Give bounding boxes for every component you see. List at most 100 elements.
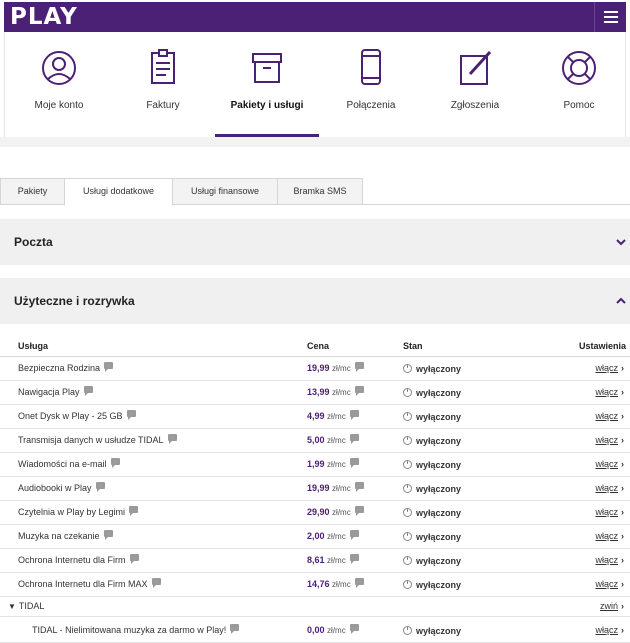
info-bubble-icon[interactable] (354, 578, 364, 588)
state-text: wyłączony (416, 364, 462, 374)
state-text: wyłączony (416, 436, 462, 446)
enable-link-text: włącz (595, 387, 618, 397)
box-icon (252, 53, 282, 83)
chevron-up-icon (616, 297, 626, 304)
service-name-text: Transmisja danych w usłudze TIDAL (18, 435, 164, 445)
enable-link[interactable]: włącz › (595, 411, 624, 421)
power-icon (403, 532, 412, 541)
nav-label: Faktury (146, 100, 180, 111)
info-bubble-icon[interactable] (349, 458, 359, 468)
info-bubble-icon[interactable] (230, 624, 240, 634)
info-bubble-icon[interactable] (104, 362, 114, 372)
tab-uslugi-dodatkowe[interactable]: Usługi dodatkowe (64, 178, 173, 206)
tab-bramka-sms[interactable]: Bramka SMS (277, 178, 363, 205)
hamburger-menu-icon[interactable] (594, 2, 626, 32)
price-value: 1,99 (307, 459, 325, 469)
service-name-text: Onet Dysk w Play - 25 GB (18, 411, 123, 421)
chevron-right-icon: › (621, 483, 624, 493)
caret-down-icon: ▼ (8, 602, 16, 611)
collapse-link[interactable]: zwiń › (600, 601, 624, 611)
service-price: 5,00 zł/mc (307, 434, 359, 445)
power-icon (403, 626, 412, 635)
info-bubble-icon[interactable] (349, 530, 359, 540)
power-icon (403, 460, 412, 469)
enable-link[interactable]: włącz › (595, 579, 624, 589)
enable-link[interactable]: włącz › (595, 387, 624, 397)
state-text: wyłączony (416, 626, 462, 636)
service-name-text: Nawigacja Play (18, 387, 80, 397)
info-bubble-icon[interactable] (354, 362, 364, 372)
chevron-right-icon: › (621, 531, 624, 541)
info-bubble-icon[interactable] (349, 554, 359, 564)
section-poczta[interactable]: Poczta (0, 219, 630, 265)
enable-link-text: włącz (595, 555, 618, 565)
nav-zgloszenia[interactable]: Zgłoszenia (423, 32, 527, 136)
phone-icon (361, 49, 381, 85)
group-label: ▼ TIDAL (8, 601, 44, 611)
service-name: Transmisja danych w usłudze TIDAL (18, 434, 177, 445)
info-bubble-icon[interactable] (110, 458, 120, 468)
info-bubble-icon[interactable] (354, 386, 364, 396)
enable-link[interactable]: włącz › (595, 555, 624, 565)
group-row-tidal[interactable]: ▼ TIDAL zwiń › (0, 597, 630, 617)
info-bubble-icon[interactable] (151, 578, 161, 588)
service-name: Nawigacja Play (18, 386, 93, 397)
enable-link[interactable]: włącz › (595, 459, 624, 469)
power-icon (403, 412, 412, 421)
info-bubble-icon[interactable] (354, 482, 364, 492)
enable-link[interactable]: włącz › (595, 625, 624, 635)
service-price: 19,99 zł/mc (307, 482, 364, 493)
invoice-icon (151, 49, 175, 84)
info-bubble-icon[interactable] (349, 624, 359, 634)
play-logo[interactable]: PLAY (10, 4, 78, 30)
service-name: TIDAL - Nielimitowana muzyka za darmo w … (32, 624, 240, 635)
price-value: 29,90 (307, 507, 330, 517)
info-bubble-icon[interactable] (103, 530, 113, 540)
price-value: 2,00 (307, 531, 325, 541)
nav-moje-konto[interactable]: Moje konto (7, 32, 111, 136)
state-text: wyłączony (416, 580, 462, 590)
info-bubble-icon[interactable] (95, 482, 105, 492)
section-uzyteczne-i-rozrywka[interactable]: Użyteczne i rozrywka (0, 278, 630, 324)
tab-pakiety[interactable]: Pakiety (0, 178, 65, 205)
enable-link[interactable]: włącz › (595, 531, 624, 541)
enable-link[interactable]: włącz › (595, 363, 624, 373)
service-price: 0,00 zł/mc (307, 624, 359, 635)
nav-pomoc[interactable]: Pomoc (527, 32, 630, 136)
tab-uslugi-finansowe[interactable]: Usługi finansowe (172, 178, 278, 205)
nav-polaczenia[interactable]: Połączenia (319, 32, 423, 136)
nav-label: Pomoc (563, 100, 595, 111)
enable-link-text: włącz (595, 411, 618, 421)
state-text: wyłączony (416, 484, 462, 494)
service-name-text: Wiadomości na e-mail (18, 459, 107, 469)
info-bubble-icon[interactable] (354, 506, 364, 516)
info-bubble-icon[interactable] (83, 386, 93, 396)
price-unit: zł/mc (332, 580, 351, 589)
service-name-text: TIDAL - Nielimitowana muzyka za darmo w … (32, 625, 227, 635)
nav-faktury[interactable]: Faktury (111, 32, 215, 136)
enable-link[interactable]: włącz › (595, 507, 624, 517)
user-circle-icon (42, 51, 76, 85)
service-name-text: Ochrona Internetu dla Firm (18, 555, 126, 565)
lifebuoy-icon (562, 51, 596, 85)
enable-link-text: włącz (595, 507, 618, 517)
price-unit: zł/mc (327, 436, 346, 445)
service-price: 29,90 zł/mc (307, 506, 364, 517)
info-bubble-icon[interactable] (349, 410, 359, 420)
section-title: Użyteczne i rozrywka (14, 294, 135, 308)
enable-link-text: włącz (595, 435, 618, 445)
enable-link[interactable]: włącz › (595, 435, 624, 445)
price-unit: zł/mc (332, 508, 351, 517)
chevron-right-icon: › (621, 579, 624, 589)
info-bubble-icon[interactable] (167, 434, 177, 444)
state-text: wyłączony (416, 388, 462, 398)
table-row: TIDAL - Nielimitowana muzyka za darmo w … (0, 619, 630, 643)
section-title: Poczta (14, 235, 53, 249)
nav-pakiety-i-uslugi[interactable]: Pakiety i usługi (215, 32, 319, 138)
info-bubble-icon[interactable] (349, 434, 359, 444)
info-bubble-icon[interactable] (126, 410, 136, 420)
info-bubble-icon[interactable] (129, 506, 139, 516)
enable-link[interactable]: włącz › (595, 483, 624, 493)
info-bubble-icon[interactable] (129, 554, 139, 564)
price-unit: zł/mc (332, 364, 351, 373)
